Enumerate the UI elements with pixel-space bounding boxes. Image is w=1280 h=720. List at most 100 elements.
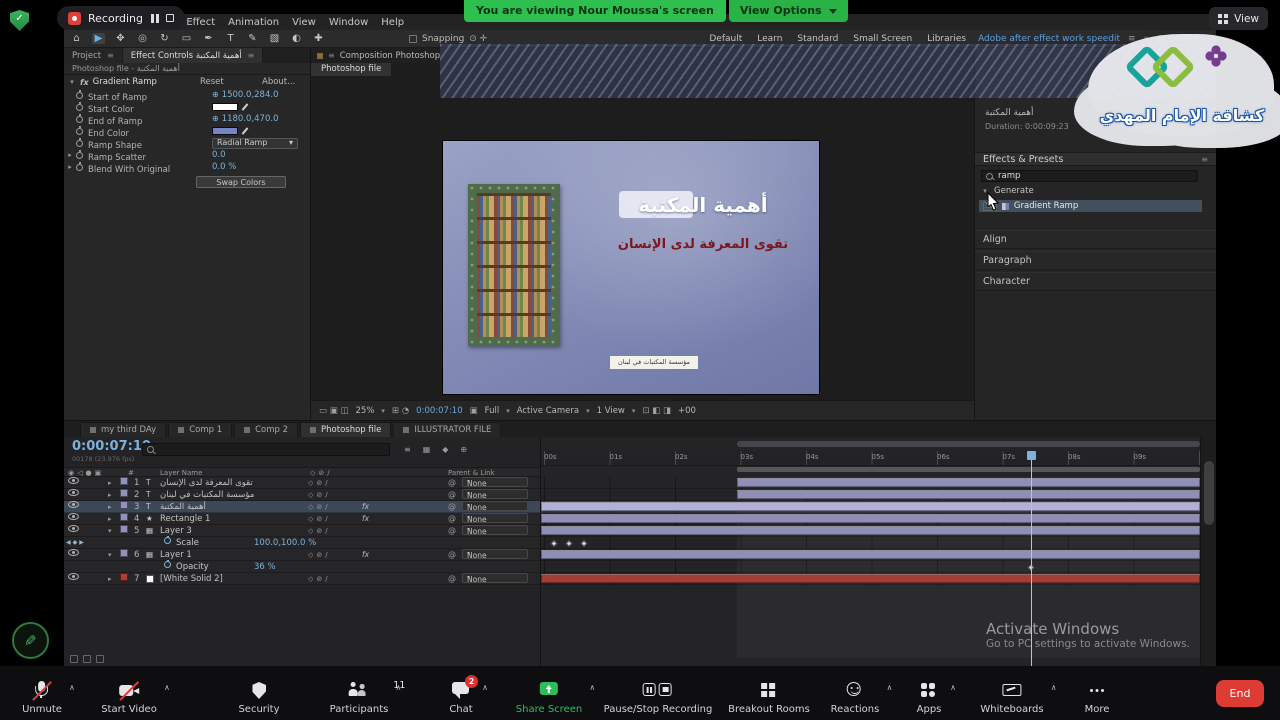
keyframe-navigator[interactable]: ◀◆▶	[66, 537, 86, 549]
timeline-tool-icon[interactable]: ⊕	[460, 445, 467, 454]
resolution-select[interactable]: Full	[485, 406, 500, 416]
viewer-left-icons[interactable]: ▭ ▣ ◫	[319, 406, 349, 416]
parent-dropdown[interactable]: None▾	[462, 501, 528, 511]
layer-switches-icons[interactable]: ◇⊘/	[308, 489, 331, 501]
visibility-eye-icon[interactable]	[68, 477, 79, 484]
layer-name[interactable]: Rectangle 1	[160, 513, 302, 525]
panel-menu-icon[interactable]: ≡	[1201, 155, 1208, 164]
view-options-dropdown[interactable]: View Options	[729, 0, 848, 22]
pen-tool[interactable]: ✒	[202, 33, 215, 44]
time-ruler[interactable]: 00s01s02s03s04s05s06s07s08s09s10s	[541, 451, 1200, 466]
keyframe-diamond[interactable]	[551, 539, 558, 546]
composition-viewer[interactable]: أهمية المكتبة تقوى المعرفة لدى الإنسان م…	[311, 76, 974, 400]
layer-duration-bar[interactable]	[541, 574, 1200, 583]
twirl-right-icon[interactable]: ▸	[66, 161, 74, 173]
tab-photoshop-file[interactable]: Photoshop file	[311, 63, 391, 76]
brush-tool[interactable]: ✎	[246, 33, 259, 44]
twirl-icon[interactable]: ▾	[108, 525, 112, 537]
share-screen-button[interactable]: ∧Share Screen	[516, 681, 582, 715]
stopwatch-icon[interactable]	[164, 537, 171, 544]
caret-up-icon[interactable]: ∧	[886, 683, 892, 692]
eyedropper-icon[interactable]	[241, 103, 249, 111]
stopwatch-icon[interactable]	[164, 561, 171, 568]
property-value[interactable]: 100.0,100.0 %	[254, 537, 316, 549]
stop-recording-icon[interactable]	[166, 14, 174, 22]
property-value[interactable]: 0.0	[212, 149, 226, 161]
effects-search-input[interactable]: ramp	[981, 170, 1198, 182]
orbit-tool[interactable]: ↻	[158, 33, 171, 44]
panel-header-paragraph[interactable]: Paragraph	[975, 251, 1216, 270]
camera-select[interactable]: Active Camera	[517, 406, 579, 416]
swap-colors-button[interactable]: Swap Colors	[196, 176, 286, 188]
hand-tool[interactable]: ✥	[114, 33, 127, 44]
timeline-toggle-buttons[interactable]	[70, 655, 104, 663]
label-color-chip[interactable]	[120, 477, 128, 485]
workspace-learn[interactable]: Learn	[757, 34, 782, 44]
twirl-icon[interactable]: ▸	[108, 489, 112, 501]
property-value[interactable]	[212, 101, 249, 113]
layer-duration-bar[interactable]	[541, 502, 1200, 511]
twirl-icon[interactable]: ▾	[108, 549, 112, 561]
ramp-shape-dropdown[interactable]: Radial Ramp▾	[212, 138, 298, 149]
reset-button[interactable]: Reset	[200, 77, 224, 87]
more-button[interactable]: More	[1083, 681, 1111, 715]
caret-up-icon[interactable]: ∧	[396, 683, 402, 692]
track-row[interactable]	[541, 573, 1200, 585]
column-layer-name[interactable]: Layer Name	[160, 469, 202, 477]
stopwatch-icon[interactable]	[76, 164, 83, 171]
panel-header-character[interactable]: Character	[975, 272, 1216, 291]
effects-result-gradient-ramp[interactable]: 16 Gradient Ramp	[979, 200, 1202, 212]
menu-item-view[interactable]: View	[292, 17, 316, 28]
track-row[interactable]	[541, 477, 1200, 489]
label-color-chip[interactable]	[120, 501, 128, 509]
timeline-timecode[interactable]: 0:00:07:10	[72, 439, 151, 454]
roto-brush-tool[interactable]: ◐	[290, 33, 303, 44]
property-value[interactable]: 0.0 %	[212, 161, 236, 173]
layer-name[interactable]: Layer 1	[160, 549, 302, 561]
layer-name[interactable]: [White Solid 2]	[160, 573, 302, 585]
twirl-icon[interactable]: ▸	[108, 513, 112, 525]
label-color-chip[interactable]	[120, 489, 128, 497]
layer-name[interactable]: تقوى المعرفة لدى الإنسان	[160, 477, 302, 489]
layer-switches-icons[interactable]: ◇⊘/	[308, 525, 331, 537]
parent-dropdown[interactable]: None▾	[462, 513, 528, 523]
participants-button[interactable]: 11∧Participants	[330, 681, 389, 715]
layer-duration-bar[interactable]	[541, 550, 1200, 559]
property-value[interactable]: ⊕1500.0,284.0	[212, 89, 278, 101]
layer-duration-bar[interactable]	[737, 478, 1200, 487]
parent-pickwhip-icon[interactable]: @	[448, 477, 456, 489]
canvas-title-text[interactable]: أهمية المكتبة	[601, 193, 805, 217]
security-button[interactable]: Security	[238, 681, 279, 715]
timeline-tool-icon[interactable]: ▦	[423, 445, 431, 454]
visibility-eye-icon[interactable]	[68, 501, 79, 508]
effects-presets-header[interactable]: Effects & Presets ≡	[975, 152, 1216, 166]
canvas-caption-text[interactable]: مؤسسة المكتبات في لبنان	[610, 356, 698, 369]
menu-item-window[interactable]: Window	[329, 17, 368, 28]
keyframe-diamond[interactable]	[565, 539, 572, 546]
layer-switches-icons[interactable]: ◇⊘/	[308, 477, 331, 489]
twirl-right-icon[interactable]: ▸	[66, 149, 74, 161]
layer-switches-icons[interactable]: ◇⊘/	[308, 501, 331, 513]
fx-badge-icon[interactable]: fx	[362, 513, 369, 525]
parent-pickwhip-icon[interactable]: @	[448, 525, 456, 537]
shape-tool[interactable]: ▭	[180, 33, 193, 44]
time-navigator-bar[interactable]	[737, 441, 1200, 447]
start-video-button[interactable]: ∧Start Video	[101, 681, 157, 715]
layer-switches-icons[interactable]: ◇⊘/	[308, 549, 331, 561]
timeline-header-icons[interactable]: ≡▦◆⊕	[404, 445, 467, 454]
annotate-pencil-button[interactable]: ✎	[12, 622, 49, 659]
twirl-icon[interactable]: ▸	[108, 573, 112, 585]
track-row[interactable]	[541, 525, 1200, 537]
stopwatch-icon[interactable]	[76, 92, 83, 99]
timeline-tab[interactable]: my third DAy	[80, 422, 166, 437]
parent-pickwhip-icon[interactable]: @	[448, 573, 456, 585]
timeline-search-input[interactable]	[142, 443, 390, 456]
parent-dropdown[interactable]: None▾	[462, 549, 528, 559]
track-row[interactable]	[541, 501, 1200, 513]
twirl-icon[interactable]: ▸	[108, 477, 112, 489]
track-row[interactable]	[541, 549, 1200, 561]
layer-switches-icons[interactable]: ◇⊘/	[308, 513, 331, 525]
parent-pickwhip-icon[interactable]: @	[448, 549, 456, 561]
layer-row[interactable]: ▸7[White Solid 2]◇⊘/@None▾	[64, 573, 540, 585]
twirl-down-icon[interactable]: ▾	[68, 78, 76, 86]
